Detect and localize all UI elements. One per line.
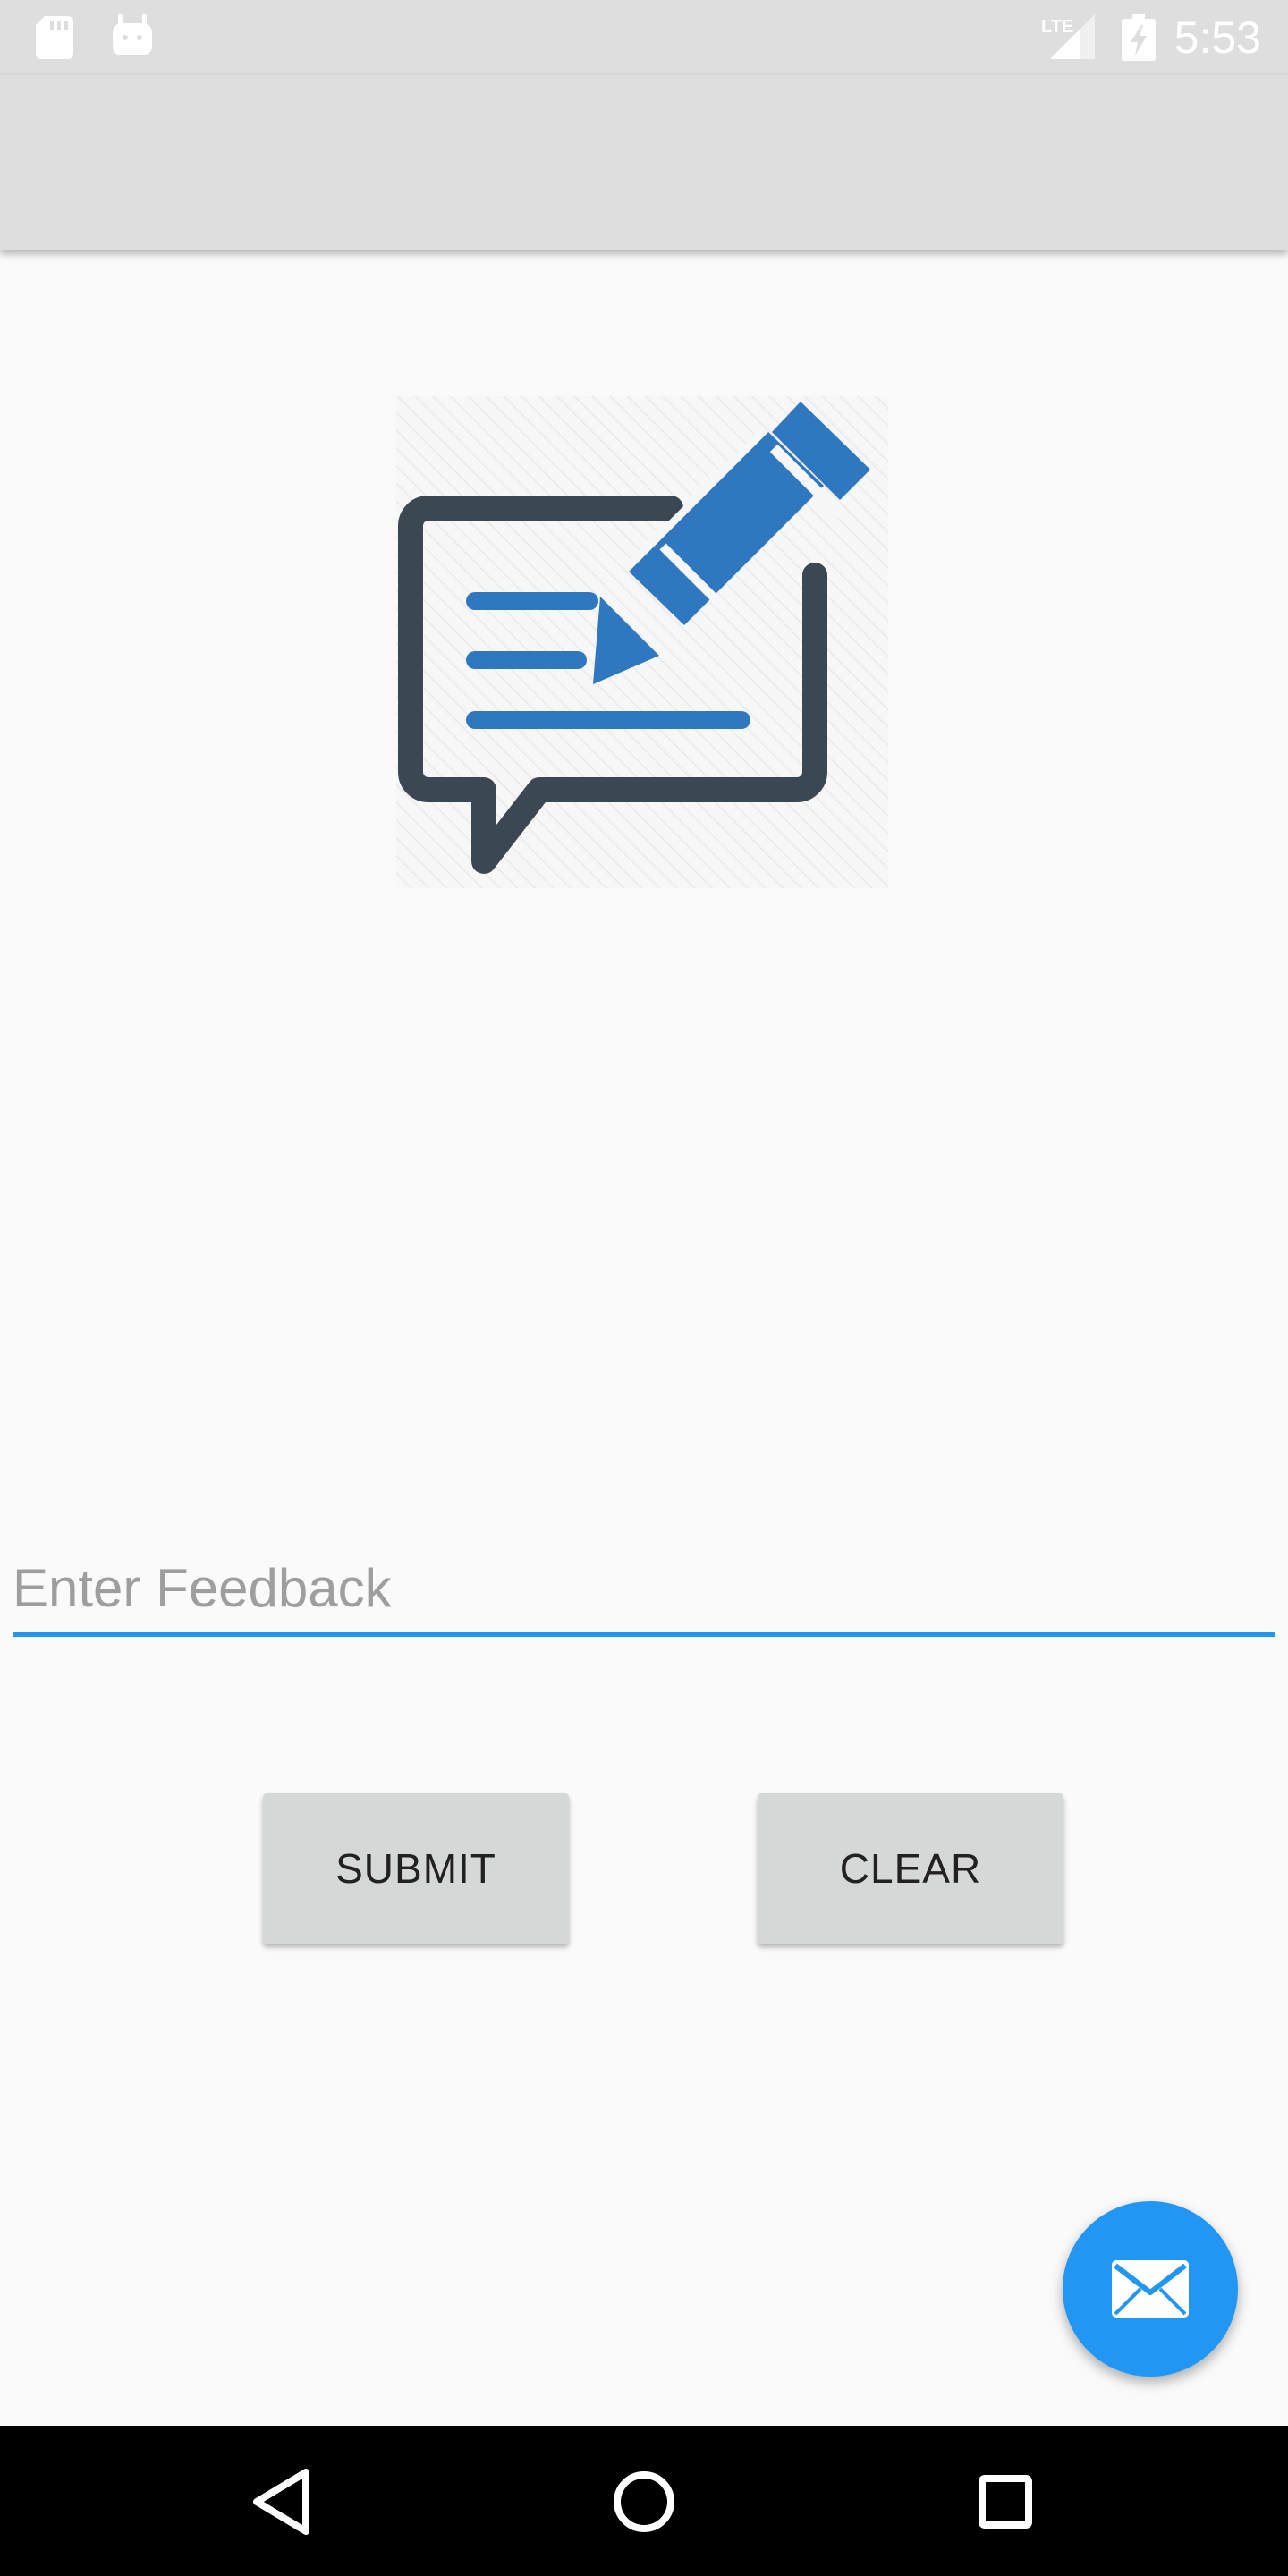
lte-signal-icon: LTE xyxy=(1041,13,1097,65)
lte-label: LTE xyxy=(1041,17,1073,37)
app-bar xyxy=(0,75,1288,250)
battery-charging-icon xyxy=(1122,14,1156,65)
navigation-bar xyxy=(0,2426,1288,2576)
back-icon[interactable] xyxy=(194,2426,373,2576)
send-email-fab[interactable] xyxy=(1063,2201,1238,2377)
feedback-edit-icon xyxy=(396,396,888,888)
feedback-input[interactable] xyxy=(13,1544,1275,1637)
status-clock: 5:53 xyxy=(1174,13,1261,63)
mail-icon xyxy=(1112,2260,1189,2318)
sd-card-icon xyxy=(36,16,75,64)
clear-button[interactable]: CLEAR xyxy=(758,1793,1063,1944)
android-debug-icon xyxy=(113,14,152,62)
status-bar: LTE 5:53 xyxy=(0,0,1288,75)
recents-icon[interactable] xyxy=(916,2426,1095,2576)
submit-button[interactable]: SUBMIT xyxy=(263,1793,569,1944)
home-icon[interactable] xyxy=(555,2426,733,2576)
